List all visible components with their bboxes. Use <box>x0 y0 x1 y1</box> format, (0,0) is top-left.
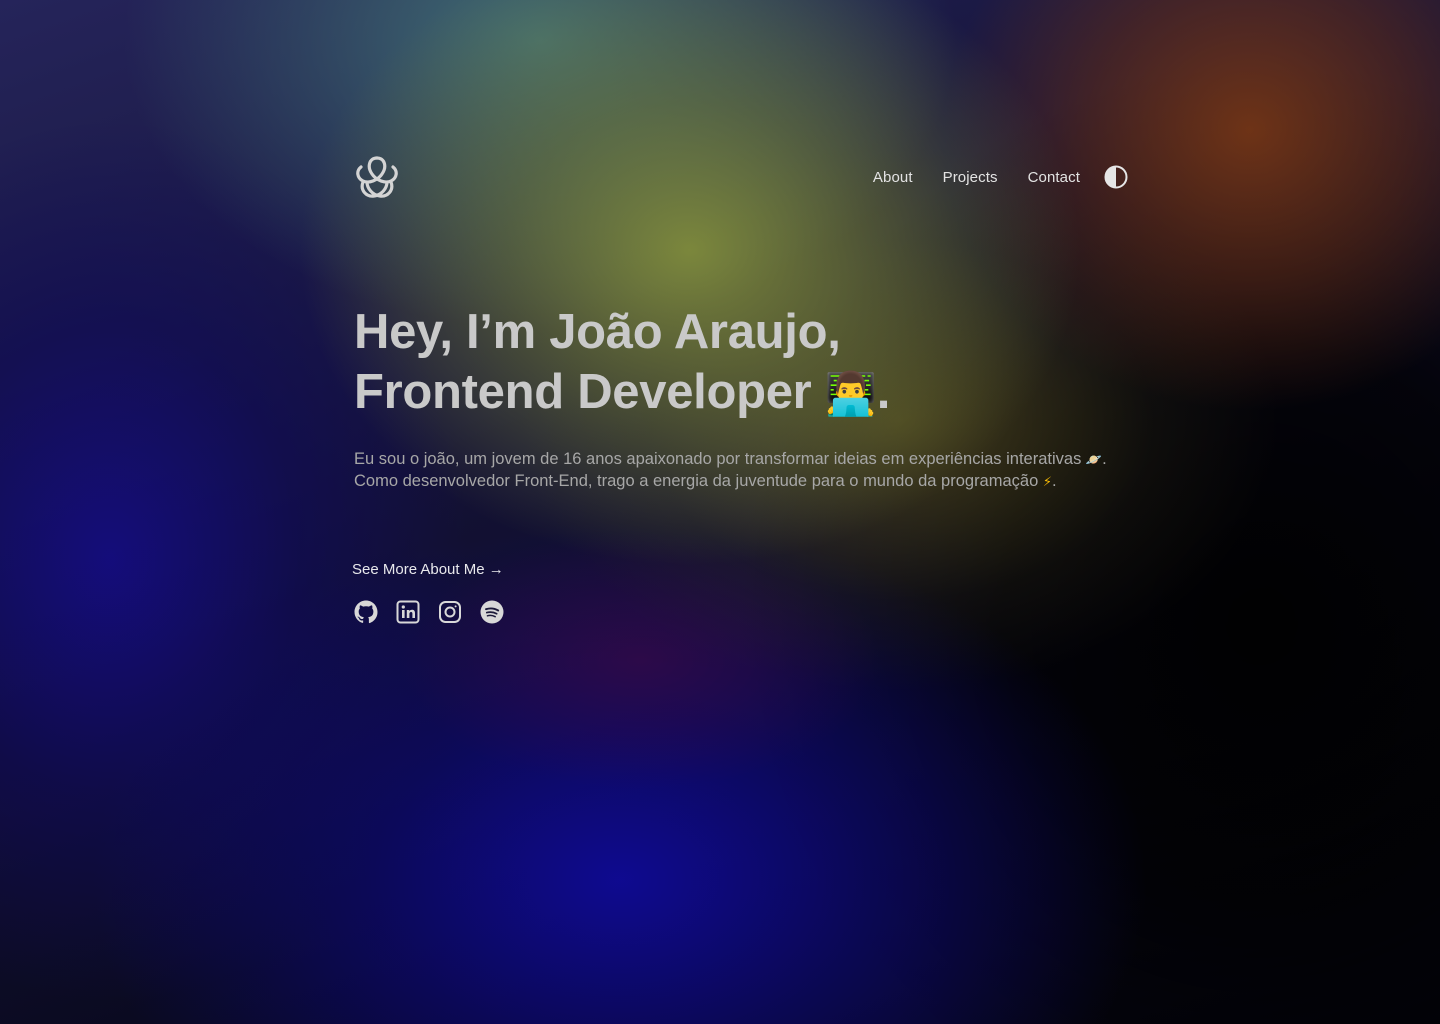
social-links <box>354 600 504 624</box>
hero-title-period: . <box>876 365 891 419</box>
spotify-icon[interactable] <box>480 600 504 624</box>
github-icon[interactable] <box>354 600 378 624</box>
intro-paragraph: Eu sou o joão, um jovem de 16 anos apaix… <box>354 449 1128 493</box>
hero-title-line2: Frontend Developer 👨‍💻. <box>354 362 1128 424</box>
hero-title-line1: Hey, I’m João Araujo, <box>354 305 841 359</box>
nav-projects-link[interactable]: Projects <box>943 169 998 186</box>
top-navigation: About Projects Contact <box>354 154 1128 200</box>
intro-text-part3: . <box>1051 472 1057 490</box>
planet-emoji: 🪐 <box>1085 453 1103 468</box>
nav-about-link[interactable]: About <box>873 169 913 186</box>
see-more-about-link[interactable]: See More About Me → <box>352 561 504 578</box>
instagram-icon[interactable] <box>438 600 462 624</box>
linkedin-icon[interactable] <box>396 600 420 624</box>
intro-text-part1: Eu sou o joão, um jovem de 16 anos apaix… <box>354 450 1086 468</box>
hero-title-role: Frontend Developer <box>354 365 825 419</box>
technologist-emoji: 👨‍💻 <box>824 369 877 418</box>
nav-links: About Projects Contact <box>873 165 1128 189</box>
nav-contact-link[interactable]: Contact <box>1028 169 1080 186</box>
hero-title: Hey, I’m João Araujo, Frontend Developer… <box>354 302 1128 424</box>
contrast-half-circle-icon[interactable] <box>1104 165 1128 189</box>
trefoil-knot-icon[interactable] <box>354 154 400 200</box>
page-container: About Projects Contact Hey, I’m João Ara… <box>352 0 1128 1024</box>
lightning-emoji: ⚡ <box>1042 475 1052 490</box>
